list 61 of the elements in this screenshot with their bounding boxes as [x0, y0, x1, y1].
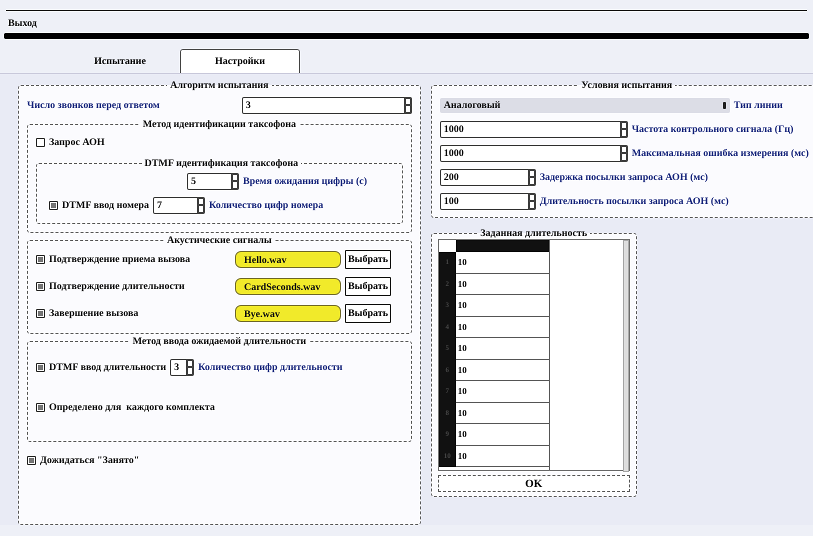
checkbox-label: DTMF ввод длительности	[49, 362, 166, 372]
checkbox[interactable]	[36, 402, 45, 412]
tab[interactable]: Настройки	[180, 49, 300, 73]
checkbox[interactable]	[36, 309, 45, 318]
group-title: Алгоритм испытания	[169, 80, 270, 91]
spin-box[interactable]: 1000	[440, 120, 628, 138]
checkbox-label: Подтверждение длительности	[49, 281, 186, 292]
spin-box[interactable]: 200	[440, 168, 536, 186]
group-title: Метод идентификации таксофона	[142, 119, 297, 130]
field-label: Частота контрольного сигнала (Гц)	[632, 124, 794, 134]
tab[interactable]: Испытание	[60, 49, 180, 73]
checkbox[interactable]	[36, 138, 45, 146]
spin-box[interactable]: 5	[187, 172, 239, 190]
choose-button[interactable]: Выбрать	[345, 304, 391, 323]
checkbox-label: Запрос АОН	[49, 136, 105, 148]
table-cell[interactable]: 10	[456, 424, 549, 446]
file-field[interactable]: CardSeconds.wav	[235, 278, 341, 295]
table-cell[interactable]: 10	[456, 446, 549, 467]
table-cell[interactable]: 10	[456, 360, 549, 381]
table-cell[interactable]: 10	[456, 252, 549, 274]
table-cell[interactable]: 10	[456, 402, 549, 424]
spin-box[interactable]: 3	[170, 358, 194, 376]
checkbox-label: DTMF ввод номера	[62, 200, 149, 210]
menu-item[interactable]: Выход	[8, 18, 37, 29]
file-field[interactable]: Bye.wav	[235, 305, 341, 322]
field-label: Длительность посылки запроса АОН (мс)	[540, 196, 729, 206]
checkbox[interactable]	[36, 282, 45, 291]
checkbox-label: Определено для каждого комплекта	[49, 402, 215, 412]
group-title: Условия испытания	[580, 80, 674, 91]
field-label: Время ожидания цифры (с)	[243, 176, 368, 186]
field-label: Количество цифр номера	[208, 200, 324, 210]
spin-box[interactable]: 100	[440, 192, 536, 210]
checkbox-label: Дожидаться "Занято"	[40, 454, 140, 466]
checkbox[interactable]	[49, 200, 58, 210]
checkbox[interactable]	[36, 362, 45, 372]
spin-box[interactable]: 7	[152, 196, 205, 214]
table-cell[interactable]: 10	[456, 381, 549, 402]
spin-box[interactable]: 1000	[440, 144, 628, 162]
field-label: Тип линии	[734, 100, 783, 110]
group-title: DTMF идентификация таксофона	[144, 158, 300, 169]
group-title: Заданная длительность	[479, 228, 588, 239]
ok-button[interactable]: OK	[438, 475, 630, 492]
table-cell[interactable]: 10	[456, 274, 549, 295]
table-cell[interactable]: 10	[456, 338, 549, 360]
table-cell[interactable]: 10	[456, 316, 549, 338]
checkbox[interactable]	[27, 456, 36, 464]
file-field[interactable]: Hello.wav	[235, 251, 341, 268]
field-label: Максимальная ошибка измерения (мс)	[632, 148, 809, 158]
checkbox-label: Подтверждение приема вызова	[49, 254, 192, 265]
field-label: Число звонков перед ответом	[27, 100, 160, 110]
line-type-dropdown[interactable]: Аналоговый	[440, 98, 730, 112]
group-title: Метод ввода ожидаемой длительности	[132, 336, 308, 347]
choose-button[interactable]: Выбрать	[345, 250, 391, 269]
checkbox[interactable]	[36, 255, 45, 264]
group-title: Акустические сигналы	[166, 235, 273, 246]
field-label: Количество цифр длительности	[198, 362, 343, 372]
spin-box[interactable]: 3	[242, 96, 412, 114]
table-cell[interactable]: 10	[456, 295, 549, 316]
checkbox-label: Завершение вызова	[49, 308, 140, 319]
choose-button[interactable]: Выбрать	[345, 277, 391, 296]
field-label: Задержка посылки запроса АОН (мс)	[540, 172, 708, 182]
